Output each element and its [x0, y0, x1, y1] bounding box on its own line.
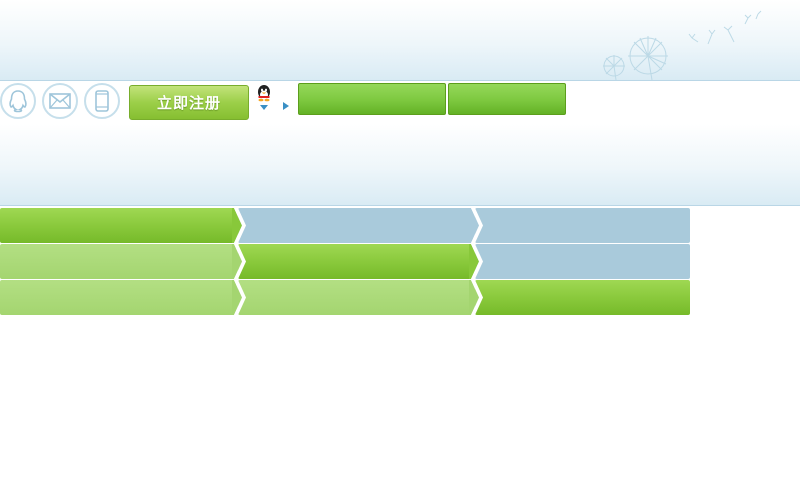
step-cell [0, 208, 234, 243]
green-tab-1[interactable] [298, 83, 446, 115]
dandelion-decoration [603, 10, 762, 80]
mail-icon [49, 93, 71, 109]
step-cell [0, 280, 234, 315]
step-cell [0, 244, 234, 279]
triangle-right-icon[interactable] [282, 101, 290, 111]
step-cell [475, 208, 690, 243]
email-login-button[interactable] [42, 83, 78, 119]
top-banner [0, 0, 800, 81]
qq-penguin-icon [9, 90, 27, 113]
step-indicator [0, 208, 690, 315]
step-cell [238, 280, 471, 315]
chevron-right-icon [469, 244, 483, 279]
chevron-right-icon [469, 208, 483, 243]
chevron-right-icon [469, 280, 483, 315]
qq-login-button[interactable] [0, 83, 36, 119]
green-tab-2[interactable] [448, 83, 566, 115]
register-now-button[interactable]: 立即注册 [129, 85, 249, 120]
qq-penguin-icon[interactable] [254, 83, 274, 113]
chevron-right-icon [232, 244, 246, 279]
step-cell [475, 280, 690, 315]
chevron-right-icon [232, 280, 246, 315]
middle-banner [0, 124, 800, 206]
step-cell [475, 244, 690, 279]
chevron-right-icon [232, 208, 246, 243]
mobile-login-button[interactable] [84, 83, 120, 119]
login-toolbar: 立即注册 [0, 81, 800, 121]
step-cell [238, 244, 471, 279]
step-cell [238, 208, 471, 243]
page: 立即注册 [0, 0, 800, 500]
mobile-phone-icon [95, 90, 109, 112]
